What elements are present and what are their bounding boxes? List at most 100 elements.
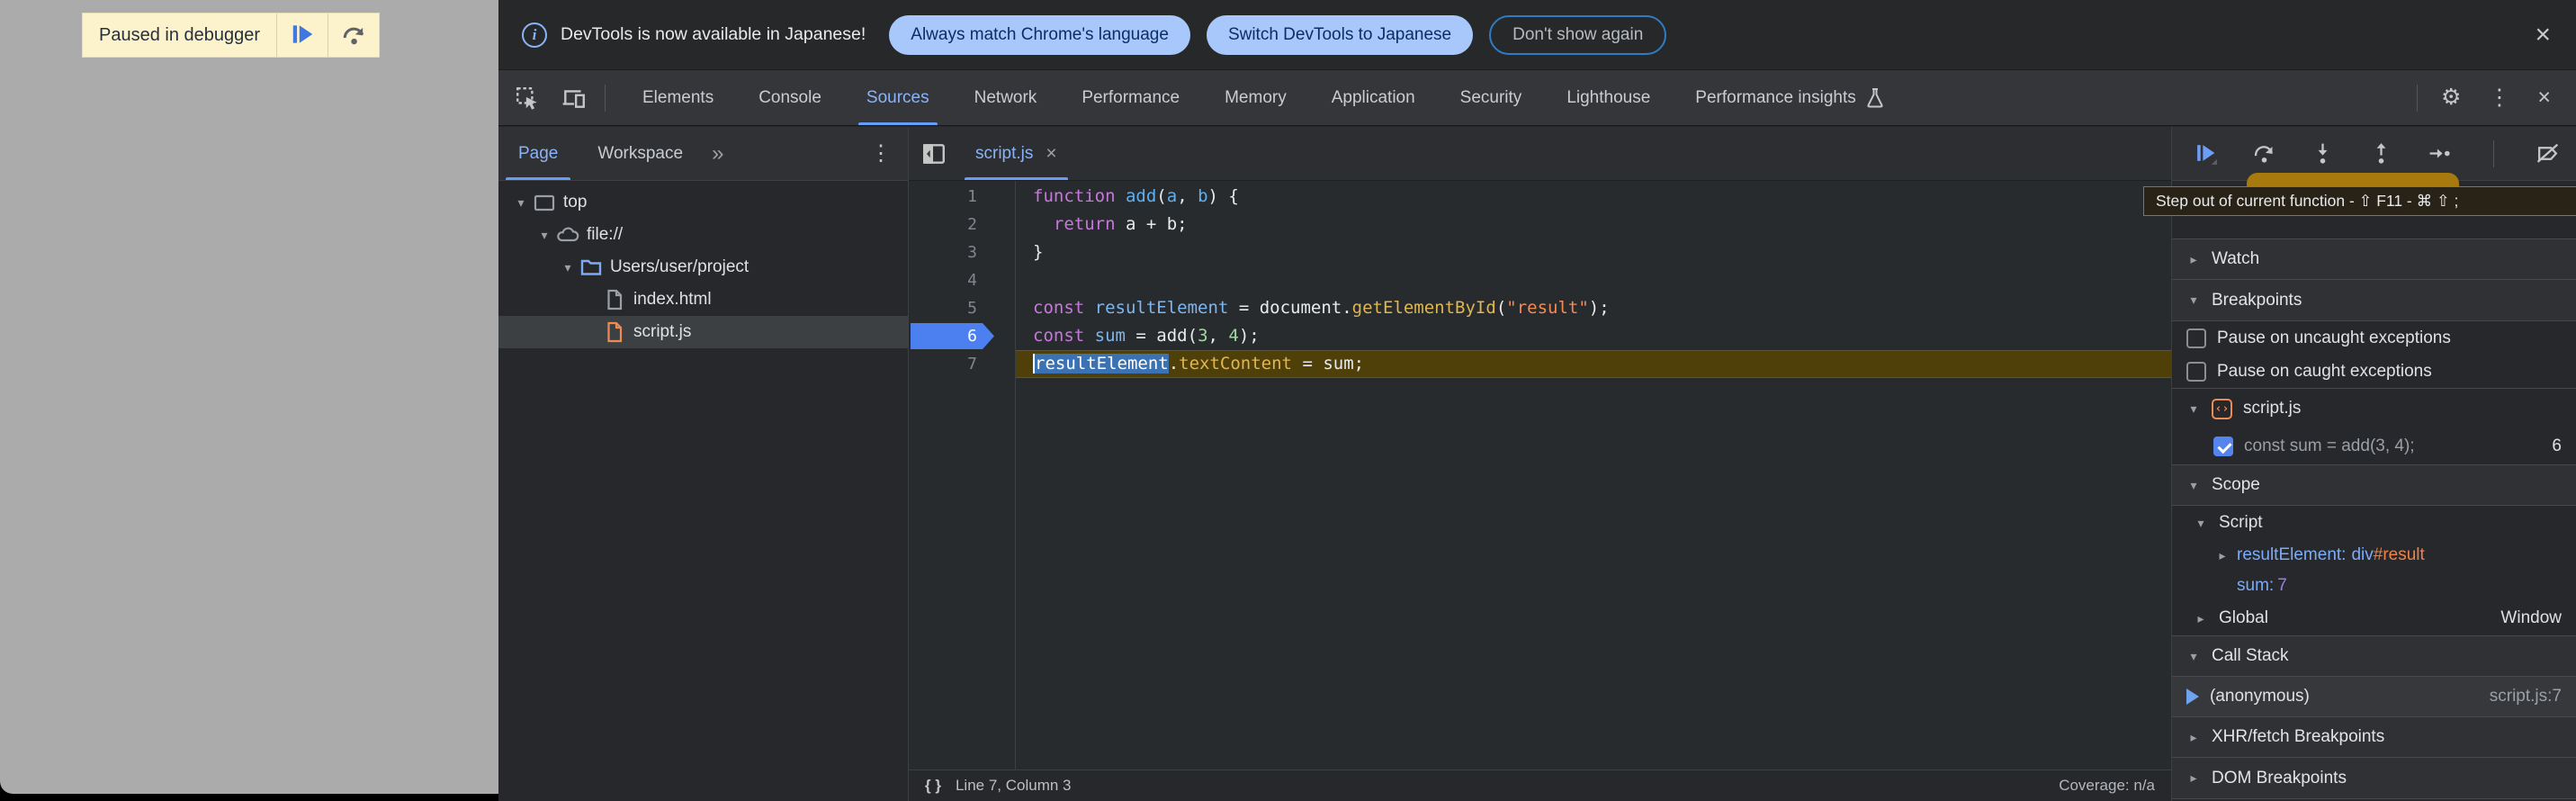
tree-item-users-user-project[interactable]: ▾Users/user/project: [498, 251, 908, 284]
tab-label: Security: [1460, 88, 1522, 108]
chevron-down-icon[interactable]: ▾: [558, 260, 578, 275]
breakpoints-label: Breakpoints: [2212, 291, 2302, 310]
section-xhr-breakpoints[interactable]: ▸ XHR/fetch Breakpoints: [2172, 716, 2576, 758]
gear-icon[interactable]: ⚙: [2430, 86, 2472, 109]
var-name: resultElement: [2237, 545, 2341, 565]
tree-item-index-html[interactable]: index.html: [498, 284, 908, 316]
tab-console[interactable]: Console: [736, 70, 844, 125]
watch-label: Watch: [2212, 249, 2259, 269]
step-out-icon[interactable]: [2369, 141, 2393, 166]
page-viewport: [0, 0, 498, 794]
tab-application[interactable]: Application: [1309, 70, 1438, 125]
global-value: Window: [2500, 608, 2562, 628]
code-line-7[interactable]: 7resultElement.textContent = sum;: [909, 350, 2171, 378]
tab-performance[interactable]: Performance: [1059, 70, 1202, 125]
tab-sources[interactable]: Sources: [844, 70, 952, 125]
breakpoint-file-label: script.js: [2243, 399, 2301, 418]
close-devtools-icon[interactable]: ×: [2527, 86, 2562, 109]
line-number[interactable]: 2: [909, 211, 1015, 238]
cursor-position: Line 7, Column 3: [956, 777, 1072, 795]
scope-script-group[interactable]: ▾ Script: [2172, 506, 2576, 540]
tree-item-script-js[interactable]: script.js: [498, 316, 908, 348]
section-watch[interactable]: ▸ Watch: [2172, 238, 2576, 280]
code-text: function add(a, b) {: [1015, 183, 2171, 211]
line-number[interactable]: 4: [909, 266, 1015, 294]
tab-security[interactable]: Security: [1438, 70, 1545, 125]
step-icon[interactable]: [2428, 141, 2452, 166]
chevron-right-icon: ▸: [2186, 252, 2201, 267]
devtools-tab-bar: ElementsConsoleSourcesNetwork Performance…: [498, 70, 2576, 126]
collapse-sidebar-icon[interactable]: [921, 141, 947, 166]
device-toolbar-icon[interactable]: [561, 86, 587, 111]
breakpoint-entry[interactable]: const sum = add(3, 4); 6: [2172, 428, 2576, 464]
section-dom-breakpoints[interactable]: ▸ DOM Breakpoints: [2172, 758, 2576, 799]
tree-item-top[interactable]: ▾top: [498, 186, 908, 219]
notification-button[interactable]: Always match Chrome's language: [889, 15, 1190, 55]
line-number[interactable]: 7: [909, 350, 1015, 378]
code-line-5[interactable]: 5const resultElement = document.getEleme…: [909, 294, 2171, 322]
tab-elements[interactable]: Elements: [620, 70, 736, 125]
step-over-button[interactable]: [328, 14, 379, 57]
resume-script-button[interactable]: [277, 14, 328, 57]
section-call-stack[interactable]: ▾ Call Stack: [2172, 635, 2576, 677]
step-into-icon[interactable]: [2311, 141, 2335, 166]
scope-var-resultElement[interactable]: ▸ resultElement: div#result: [2172, 540, 2576, 571]
notification-button[interactable]: Switch DevTools to Japanese: [1207, 15, 1473, 55]
chevron-right-icon: ▸: [2215, 548, 2230, 563]
divider: [2493, 140, 2494, 167]
kebab-menu-icon[interactable]: ⋮: [2477, 86, 2521, 109]
info-icon: i: [522, 22, 547, 48]
line-number[interactable]: 1: [909, 183, 1015, 211]
more-tabs-icon[interactable]: »: [703, 141, 732, 166]
editor-tab-scriptjs[interactable]: script.js ×: [961, 127, 1072, 180]
code-line-4[interactable]: 4: [909, 266, 2171, 294]
pause-uncaught-row[interactable]: Pause on uncaught exceptions: [2172, 321, 2576, 355]
current-frame-icon: [2186, 688, 2199, 705]
code-line-3[interactable]: 3}: [909, 238, 2171, 266]
separator: :: [2341, 545, 2346, 565]
close-tab-icon[interactable]: ×: [1046, 143, 1056, 165]
call-stack-frame[interactable]: (anonymous) script.js:7: [2172, 677, 2576, 716]
notification-button[interactable]: Don't show again: [1489, 15, 1666, 55]
tab-page[interactable]: Page: [498, 127, 578, 180]
section-breakpoints[interactable]: ▾ Breakpoints: [2172, 280, 2576, 321]
paused-in-debugger-banner: Paused in debugger: [82, 13, 380, 58]
line-number[interactable]: 5: [909, 294, 1015, 322]
scope-var-sum[interactable]: sum: 7: [2172, 571, 2576, 601]
checkbox-unchecked[interactable]: [2186, 362, 2206, 382]
code-line-6[interactable]: 6const sum = add(3, 4);: [909, 322, 2171, 350]
tab-performance-insights[interactable]: Performance insights: [1673, 70, 1907, 125]
pause-caught-row[interactable]: Pause on caught exceptions: [2172, 355, 2576, 388]
kebab-menu-icon[interactable]: ⋮: [870, 140, 908, 166]
scope-label: Scope: [2212, 475, 2260, 495]
breakpoint-file-group[interactable]: ▾ ‹› script.js: [2172, 389, 2576, 428]
tab-lighthouse[interactable]: Lighthouse: [1544, 70, 1673, 125]
tree-item-file-[interactable]: ▾file://: [498, 219, 908, 251]
dom-breakpoints-label: DOM Breakpoints: [2212, 769, 2347, 788]
deactivate-breakpoints-icon[interactable]: [2536, 141, 2560, 166]
step-over-icon[interactable]: [2252, 141, 2276, 166]
section-scope[interactable]: ▾ Scope: [2172, 464, 2576, 506]
checkbox-unchecked[interactable]: [2186, 328, 2206, 348]
pause-caught-label: Pause on caught exceptions: [2217, 362, 2432, 382]
inspect-element-icon[interactable]: [515, 86, 540, 111]
chevron-down-icon[interactable]: ▾: [511, 195, 531, 211]
line-number[interactable]: 3: [909, 238, 1015, 266]
checkbox-checked[interactable]: [2213, 436, 2233, 456]
tab-memory[interactable]: Memory: [1202, 70, 1309, 125]
tab-workspace[interactable]: Workspace: [578, 127, 703, 180]
resume-script-icon[interactable]: [2194, 141, 2218, 166]
tree-item-label: script.js: [633, 322, 691, 342]
close-icon[interactable]: ×: [2535, 22, 2551, 49]
tab-label: Performance: [1082, 88, 1180, 108]
chevron-down-icon[interactable]: ▾: [534, 228, 554, 243]
global-label: Global: [2219, 608, 2268, 628]
code-line-1[interactable]: 1function add(a, b) {: [909, 183, 2171, 211]
scope-global-group[interactable]: ▸ Global Window: [2172, 601, 2576, 635]
tab-network[interactable]: Network: [952, 70, 1060, 125]
pretty-print-icon[interactable]: { }: [925, 777, 941, 795]
code-editor[interactable]: 1function add(a, b) {2 return a + b;3}45…: [909, 181, 2171, 770]
editor-status-bar: { } Line 7, Column 3 Coverage: n/a: [909, 770, 2171, 801]
breakpoint-line-number[interactable]: 6: [909, 322, 1015, 350]
code-line-2[interactable]: 2 return a + b;: [909, 211, 2171, 238]
